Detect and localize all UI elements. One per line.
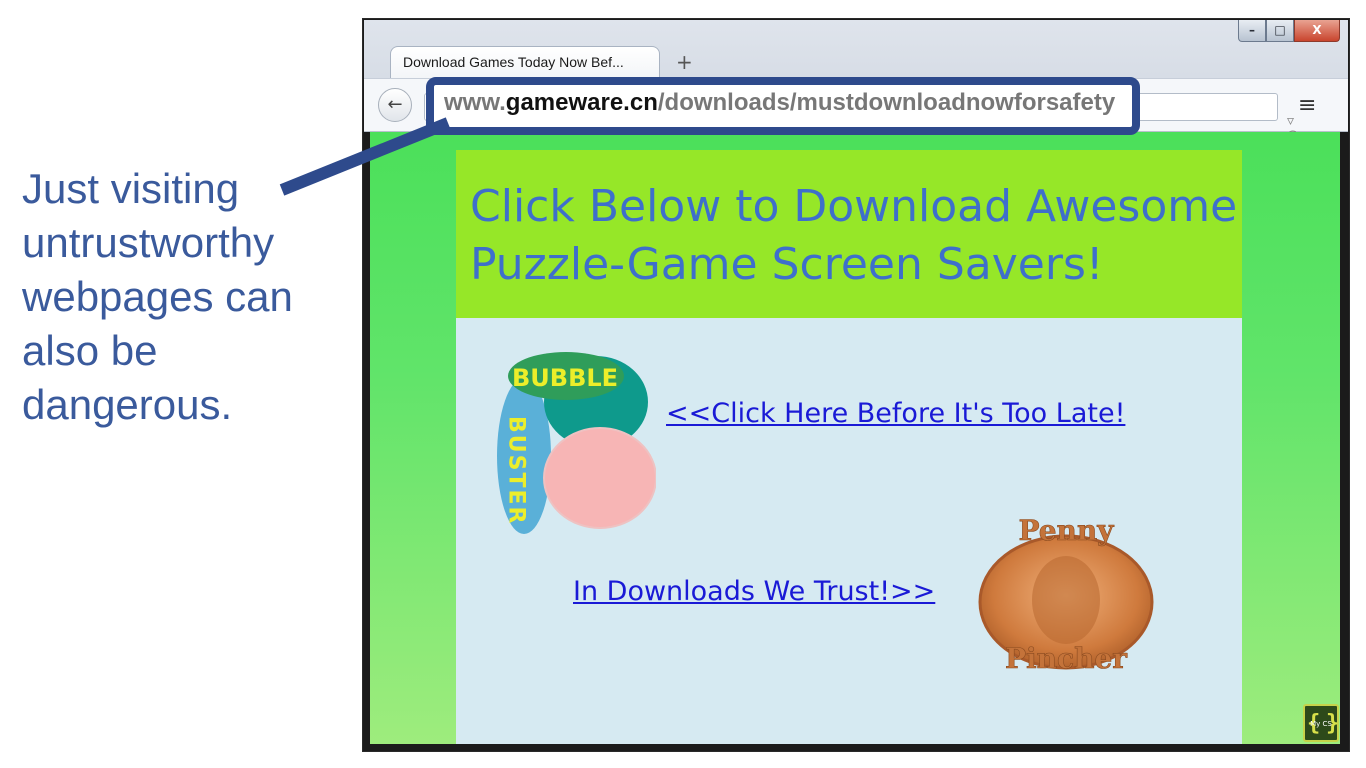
caption-line: untrustworthy: [22, 219, 275, 266]
caption-line: dangerous.: [22, 381, 233, 428]
download-link-bubble-buster[interactable]: <<Click Here Before It's Too Late!: [666, 398, 1125, 429]
caption-text: Just visiting untrustworthy webpages can…: [22, 162, 352, 432]
channel-logo: { } My CS: [1303, 704, 1339, 742]
url-prefix: www.: [444, 89, 506, 116]
logo-word-buster: BUSTER: [504, 416, 529, 525]
url-text[interactable]: www.gameware.cn/downloads/mustdownloadno…: [444, 89, 1115, 117]
url-path: /downloads/mustdownloadnowforsafety: [657, 89, 1116, 116]
bubble-buster-logo[interactable]: BUBBLE BUSTER: [496, 346, 656, 536]
new-tab-button[interactable]: +: [676, 50, 693, 74]
penny-pincher-logo[interactable]: Penny Pincher: [971, 510, 1161, 680]
menu-icon[interactable]: ≡: [1298, 93, 1316, 118]
minimize-button[interactable]: –: [1238, 20, 1266, 42]
brackets-icon: { } My CS: [1307, 711, 1339, 736]
page-body: BUBBLE BUSTER <<Click Here Before It's T…: [456, 318, 1242, 744]
browser-tab[interactable]: Download Games Today Now Bef...: [390, 46, 660, 78]
page-viewport: Click Below to Download Awesome Puzzle-G…: [370, 132, 1340, 744]
caption-line: webpages can: [22, 273, 293, 320]
page-heading: Click Below to Download Awesome Puzzle-G…: [470, 181, 1238, 290]
download-link-penny-pincher[interactable]: In Downloads We Trust!>>: [573, 576, 935, 607]
badge-text: My CS: [1310, 720, 1332, 728]
logo-word-pincher: Pincher: [1005, 642, 1128, 675]
maximize-button[interactable]: □: [1266, 20, 1294, 42]
url-domain: gameware.cn: [505, 89, 658, 116]
back-button[interactable]: ←: [378, 88, 412, 122]
close-button[interactable]: X: [1294, 20, 1340, 42]
caption-line: also be: [22, 327, 158, 374]
logo-word-bubble: BUBBLE: [512, 364, 618, 392]
caption-line: Just visiting: [22, 165, 240, 212]
page-header: Click Below to Download Awesome Puzzle-G…: [456, 150, 1242, 318]
logo-word-penny: Penny: [1018, 514, 1114, 547]
window-controls: – □ X: [1238, 20, 1340, 44]
